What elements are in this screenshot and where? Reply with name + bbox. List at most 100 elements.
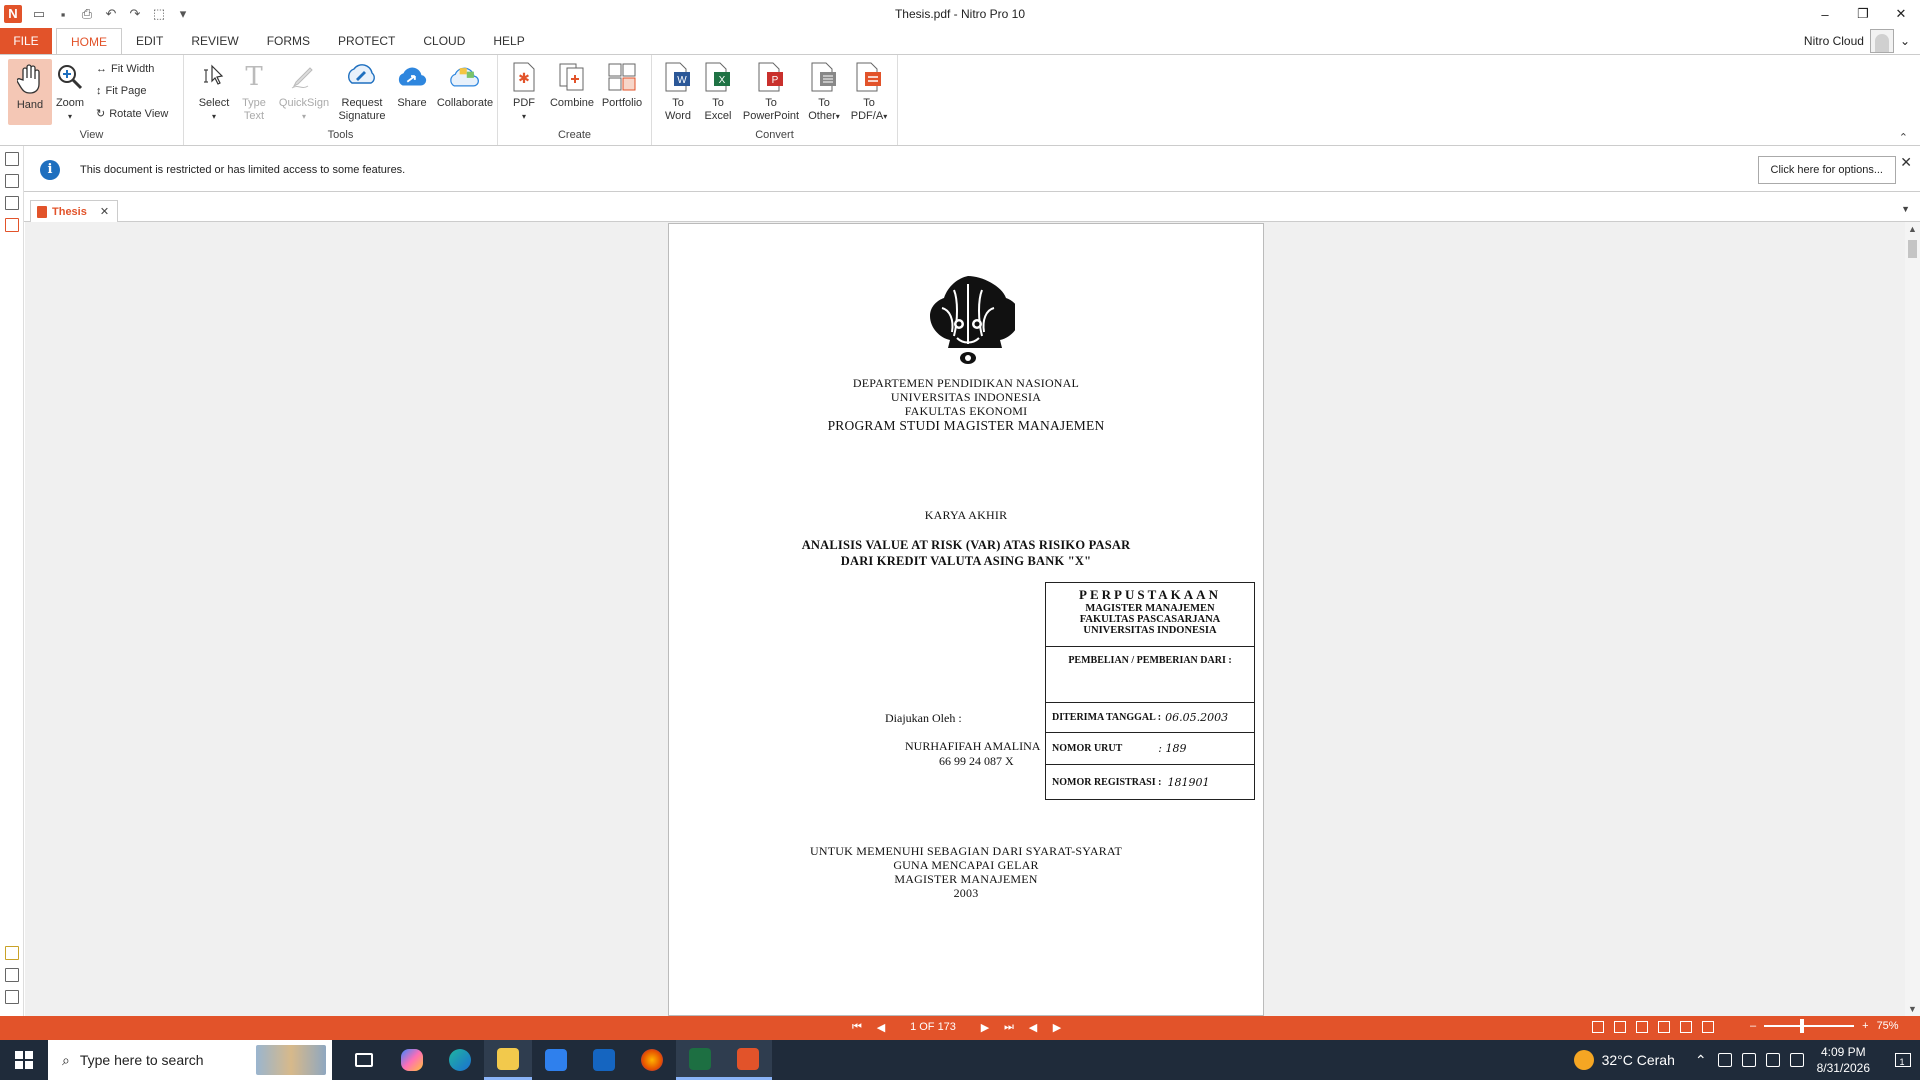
store-icon[interactable] — [532, 1040, 580, 1080]
account-menu[interactable]: Nitro Cloud ⌄ — [1804, 28, 1910, 54]
layers-panel-icon[interactable] — [4, 196, 19, 210]
tab-list-dropdown-icon[interactable]: ▼ — [1901, 204, 1910, 214]
scroll-down-icon[interactable]: ▼ — [1908, 1004, 1917, 1014]
type-text-label-1: Type — [242, 97, 266, 109]
first-page-icon[interactable]: ⏮ — [850, 1020, 864, 1034]
page-navigation: ⏮ ◀ 1 OF 173 ▶ ⏭ ◀ ▶ — [850, 1020, 1064, 1034]
full-screen-icon[interactable] — [1680, 1021, 1692, 1033]
output-panel-icon[interactable] — [5, 990, 19, 1004]
hand-tool-button[interactable]: Hand — [8, 59, 52, 125]
restore-button[interactable]: ❐ — [1844, 0, 1882, 28]
select-label: Select — [198, 97, 230, 109]
next-view-icon[interactable]: ▶ — [1050, 1020, 1064, 1034]
type-text-button[interactable]: T Type Text — [236, 59, 272, 123]
to-word-button[interactable]: W To Word — [660, 59, 696, 123]
zoom-slider-thumb[interactable] — [1800, 1019, 1805, 1033]
volume-icon[interactable] — [1789, 1053, 1804, 1067]
rotate-view-button[interactable]: ↻ Rotate View — [96, 107, 168, 121]
fit-page-button[interactable]: ↕ Fit Page — [96, 85, 146, 97]
excel-icon[interactable] — [676, 1040, 724, 1080]
word-icon: W — [662, 61, 694, 93]
previous-view-icon[interactable]: ◀ — [1026, 1020, 1040, 1034]
group-label-create: Create — [557, 129, 592, 141]
scrollbar-thumb[interactable] — [1908, 240, 1917, 258]
to-other-button[interactable]: To Other▾ — [804, 59, 844, 123]
edge-icon[interactable] — [436, 1040, 484, 1080]
previous-page-icon[interactable]: ◀ — [874, 1020, 888, 1034]
continuous-icon[interactable] — [1614, 1021, 1626, 1033]
scroll-up-icon[interactable]: ▲ — [1908, 224, 1917, 234]
chevron-up-icon[interactable]: ⌃ — [1695, 1052, 1707, 1069]
tab-edit[interactable]: EDIT — [122, 28, 177, 54]
onedrive-icon[interactable] — [1741, 1053, 1756, 1067]
tab-review[interactable]: REVIEW — [177, 28, 252, 54]
other-format-icon — [808, 61, 840, 93]
facing-continuous-icon[interactable] — [1658, 1021, 1670, 1033]
quicksign-label: QuickSign — [278, 97, 330, 109]
bookmarks-panel-icon[interactable] — [4, 174, 19, 188]
task-view-icon[interactable] — [340, 1040, 388, 1080]
weather-widget[interactable]: 32°C Cerah — [1573, 1050, 1675, 1070]
zoom-in-icon[interactable]: + — [1862, 1020, 1868, 1032]
next-page-icon[interactable]: ▶ — [978, 1020, 992, 1034]
minimize-button[interactable]: – — [1806, 0, 1844, 28]
tab-cloud[interactable]: CLOUD — [409, 28, 479, 54]
firefox-icon[interactable] — [628, 1040, 676, 1080]
close-icon[interactable]: ✕ — [1900, 154, 1912, 171]
collaborate-button[interactable]: Collaborate — [434, 59, 496, 110]
to-excel-button[interactable]: X To Excel — [700, 59, 736, 123]
share-button[interactable]: Share — [392, 59, 432, 110]
create-pdf-button[interactable]: ✱ PDF ▾ — [506, 59, 542, 123]
tab-protect[interactable]: PROTECT — [324, 28, 409, 54]
nitro-icon[interactable] — [724, 1040, 772, 1080]
network-icon[interactable] — [1765, 1053, 1780, 1067]
zoom-level[interactable]: 75% — [1877, 1020, 1899, 1032]
close-button[interactable]: ✕ — [1882, 0, 1920, 28]
collaborate-label: Collaborate — [436, 97, 494, 109]
taskbar-search[interactable]: ⌕ Type here to search — [48, 1040, 332, 1080]
file-explorer-icon[interactable] — [484, 1040, 532, 1080]
last-page-icon[interactable]: ⏭ — [1002, 1020, 1016, 1034]
request-signature-button[interactable]: Request Signature — [334, 59, 390, 123]
status-bar: ⏮ ◀ 1 OF 173 ▶ ⏭ ◀ ▶ – + 75% — [0, 1016, 1920, 1040]
options-button[interactable]: Click here for options... — [1757, 156, 1896, 184]
portfolio-button[interactable]: Portfolio — [598, 59, 646, 110]
start-button[interactable] — [0, 1040, 48, 1080]
tab-home[interactable]: HOME — [56, 28, 122, 54]
page-indicator[interactable]: 1 OF 173 — [898, 1021, 968, 1033]
notification-center-icon[interactable]: 1 — [1880, 1040, 1920, 1080]
document-tab-thesis[interactable]: Thesis ✕ — [30, 200, 119, 222]
facing-icon[interactable] — [1636, 1021, 1648, 1033]
to-pdfa-label-1: To — [863, 97, 875, 109]
tab-help[interactable]: HELP — [479, 28, 538, 54]
outlook-icon[interactable] — [580, 1040, 628, 1080]
tab-forms[interactable]: FORMS — [253, 28, 324, 54]
zoom-button[interactable]: Zoom ▾ — [54, 59, 86, 123]
meet-icon[interactable] — [1717, 1053, 1732, 1067]
fit-width-button[interactable]: ↔ Fit Width — [96, 63, 154, 75]
zoom-slider[interactable] — [1764, 1019, 1855, 1033]
doc-purpose-1: UNTUK MEMENUHI SEBAGIAN DARI SYARAT-SYAR… — [810, 844, 1122, 858]
pages-panel-icon[interactable] — [4, 152, 19, 166]
zoom-out-icon[interactable]: – — [1750, 1020, 1756, 1032]
select-button[interactable]: Select ▾ — [194, 59, 234, 123]
to-powerpoint-button[interactable]: P To PowerPoint — [740, 59, 802, 123]
comments-panel-icon[interactable] — [5, 946, 19, 960]
close-tab-icon[interactable]: ✕ — [100, 205, 109, 218]
svg-text:P: P — [772, 75, 779, 86]
combine-button[interactable]: Combine — [548, 59, 596, 110]
file-menu[interactable]: FILE — [0, 28, 52, 54]
to-pdfa-button[interactable]: To PDF/A▾ — [848, 59, 890, 123]
quicksign-button[interactable]: QuickSign ▾ — [276, 59, 332, 123]
single-page-icon[interactable] — [1592, 1021, 1604, 1033]
clock[interactable]: 4:09 PM 8/31/2026 — [1817, 1044, 1870, 1076]
split-view-icon[interactable] — [1702, 1021, 1714, 1033]
doc-title-line-2: DARI KREDIT VALUTA ASING BANK "X" — [840, 554, 1092, 568]
title-bar: N ▭ ▪ ⎙ ↶ ↷ ⬚ ▾ Thesis.pdf - Nitro Pro 1… — [0, 0, 1920, 28]
attachments-clip-icon[interactable] — [5, 968, 19, 982]
windows-logo-icon — [15, 1051, 33, 1069]
copilot-icon[interactable] — [388, 1040, 436, 1080]
vertical-scrollbar[interactable]: ▲ ▼ — [1905, 222, 1920, 1016]
collapse-ribbon-icon[interactable]: ⌃ — [1899, 131, 1908, 144]
attachments-panel-icon[interactable] — [4, 218, 19, 232]
